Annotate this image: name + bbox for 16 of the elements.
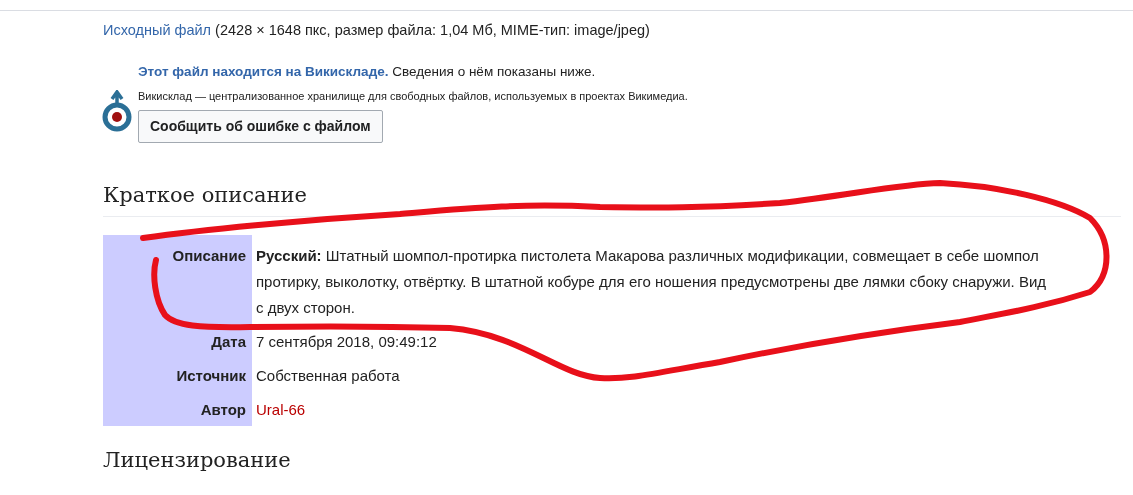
commons-link[interactable]: Этот файл находится на Викискладе.	[138, 63, 389, 79]
section-heading: Краткое описание	[103, 182, 1121, 217]
commons-description: Викисклад — централизованное хранилище для свободных файлов, используемых в проектах Викимедиа.	[138, 89, 689, 104]
file-details: (2428 × 1648 пкс, размер файла: 1,04 Мб, MIME-тип: image/jpeg)	[215, 22, 650, 38]
section-heading: Лицензирование	[103, 447, 292, 474]
field-value: 7 сентября 2018, 09:49:12	[256, 332, 437, 350]
author-link[interactable]: Ural-66	[256, 400, 306, 418]
commons-logo-icon	[101, 89, 133, 134]
field-label: Источник	[103, 357, 252, 392]
notice-text: Сведения о нём показаны ниже.	[392, 63, 596, 79]
file-link[interactable]: Исходный файл	[103, 22, 212, 38]
field-value: Собственная работа	[256, 366, 400, 384]
field-value: Русский: Штатный шомпол-протирка пистолета Макарова различных модификации, совмещает в себе шомпол протирку, выколотку, отвёртку. В штатной кобуре для его ношения предусмотрены две лямки сбоку снаружи. Вид с двух сторон.	[256, 246, 1047, 316]
field-label: Описание	[103, 234, 252, 324]
field-label: Автор	[103, 391, 252, 426]
report-button[interactable]: Сообщить об ошибке с файлом	[138, 109, 383, 143]
